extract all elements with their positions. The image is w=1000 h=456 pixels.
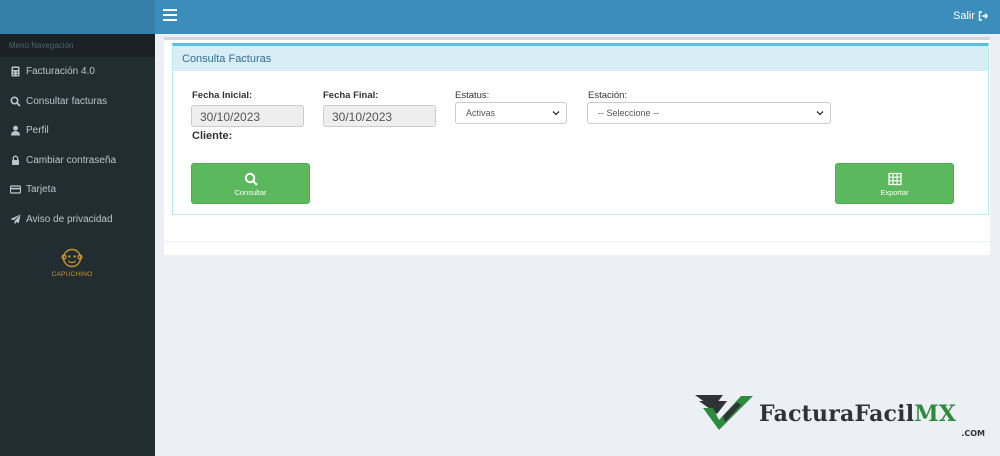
fecha-inicial-input[interactable]: 30/10/2023: [191, 105, 304, 127]
consultar-button[interactable]: Consultar: [191, 163, 310, 204]
logout-button[interactable]: Salir: [953, 10, 988, 22]
sidebar-item-label: Facturación 4.0: [26, 66, 95, 78]
exportar-button-label: Exportar: [880, 188, 909, 197]
paper-plane-icon: [10, 214, 21, 225]
estacion-select[interactable]: -- Seleccione --: [587, 102, 831, 124]
capuchino-logo-text: CAPUCHINO: [51, 271, 93, 278]
sidebar-item-tarjeta[interactable]: Tarjeta: [0, 175, 155, 205]
sidebar-item-label: Aviso de privacidad: [26, 213, 113, 225]
watermark-brand: FacturaFacilMX: [759, 401, 956, 427]
menu-toggle-icon[interactable]: [163, 9, 177, 23]
estatus-select[interactable]: Activas: [455, 102, 567, 124]
sidebar-item-consultar-facturas[interactable]: Consultar facturas: [0, 87, 155, 117]
credit-card-icon: [10, 185, 21, 194]
estacion-label: Estación:: [588, 90, 628, 101]
consultar-button-label: Consultar: [234, 188, 267, 197]
sidebar-item-cambiar-contrasena[interactable]: Cambiar contraseña: [0, 146, 155, 176]
sidebar: Menú Navegación Facturación 4.0 Consulta…: [0, 34, 155, 456]
brand-area: [0, 0, 155, 34]
capuchino-logo: CAPUCHINO: [40, 247, 104, 278]
monkey-logo-icon: [61, 248, 83, 268]
fecha-final-input[interactable]: 30/10/2023: [323, 105, 436, 127]
search-icon: [10, 96, 21, 107]
sidebar-item-label: Cambiar contraseña: [26, 154, 117, 166]
sidebar-item-label: Consultar facturas: [26, 95, 108, 107]
estacion-selected-value: -- Seleccione --: [598, 108, 660, 118]
user-icon: [11, 126, 20, 136]
facturafacil-watermark: FacturaFacilMX .COM: [693, 392, 993, 442]
search-icon: [244, 172, 258, 186]
sign-out-icon: [978, 11, 988, 21]
chevron-down-icon: [552, 111, 560, 116]
content-divider: [164, 241, 990, 242]
sidebar-item-aviso-privacidad[interactable]: Aviso de privacidad: [0, 205, 155, 235]
sidebar-item-facturacion[interactable]: Facturación 4.0: [0, 57, 155, 87]
sidebar-item-label: Perfil: [26, 125, 49, 137]
watermark-brand-main: FacturaFacil: [759, 401, 915, 427]
calculator-icon: [11, 66, 20, 77]
top-navbar: Salir: [0, 0, 1000, 34]
watermark-suffix: .COM: [961, 429, 985, 438]
fecha-final-label: Fecha Final:: [323, 90, 379, 101]
table-icon: [887, 172, 902, 186]
sidebar-item-label: Tarjeta: [26, 184, 57, 196]
chevron-down-icon: [816, 111, 824, 116]
estatus-label: Estatus:: [455, 90, 490, 101]
lock-icon: [12, 155, 19, 165]
facturafacil-logo-icon: [695, 395, 753, 430]
exportar-button[interactable]: Exportar: [835, 163, 954, 204]
watermark-brand-accent: MX: [914, 401, 957, 427]
sidebar-header: Menú Navegación: [0, 34, 155, 57]
cliente-label: Cliente:: [192, 130, 233, 142]
logout-label: Salir: [952, 10, 975, 22]
fecha-inicial-label: Fecha Inicial:: [192, 90, 253, 101]
sidebar-item-perfil[interactable]: Perfil: [0, 116, 155, 146]
panel-title: Consulta Facturas: [173, 46, 988, 71]
estatus-selected-value: Activas: [466, 108, 496, 118]
